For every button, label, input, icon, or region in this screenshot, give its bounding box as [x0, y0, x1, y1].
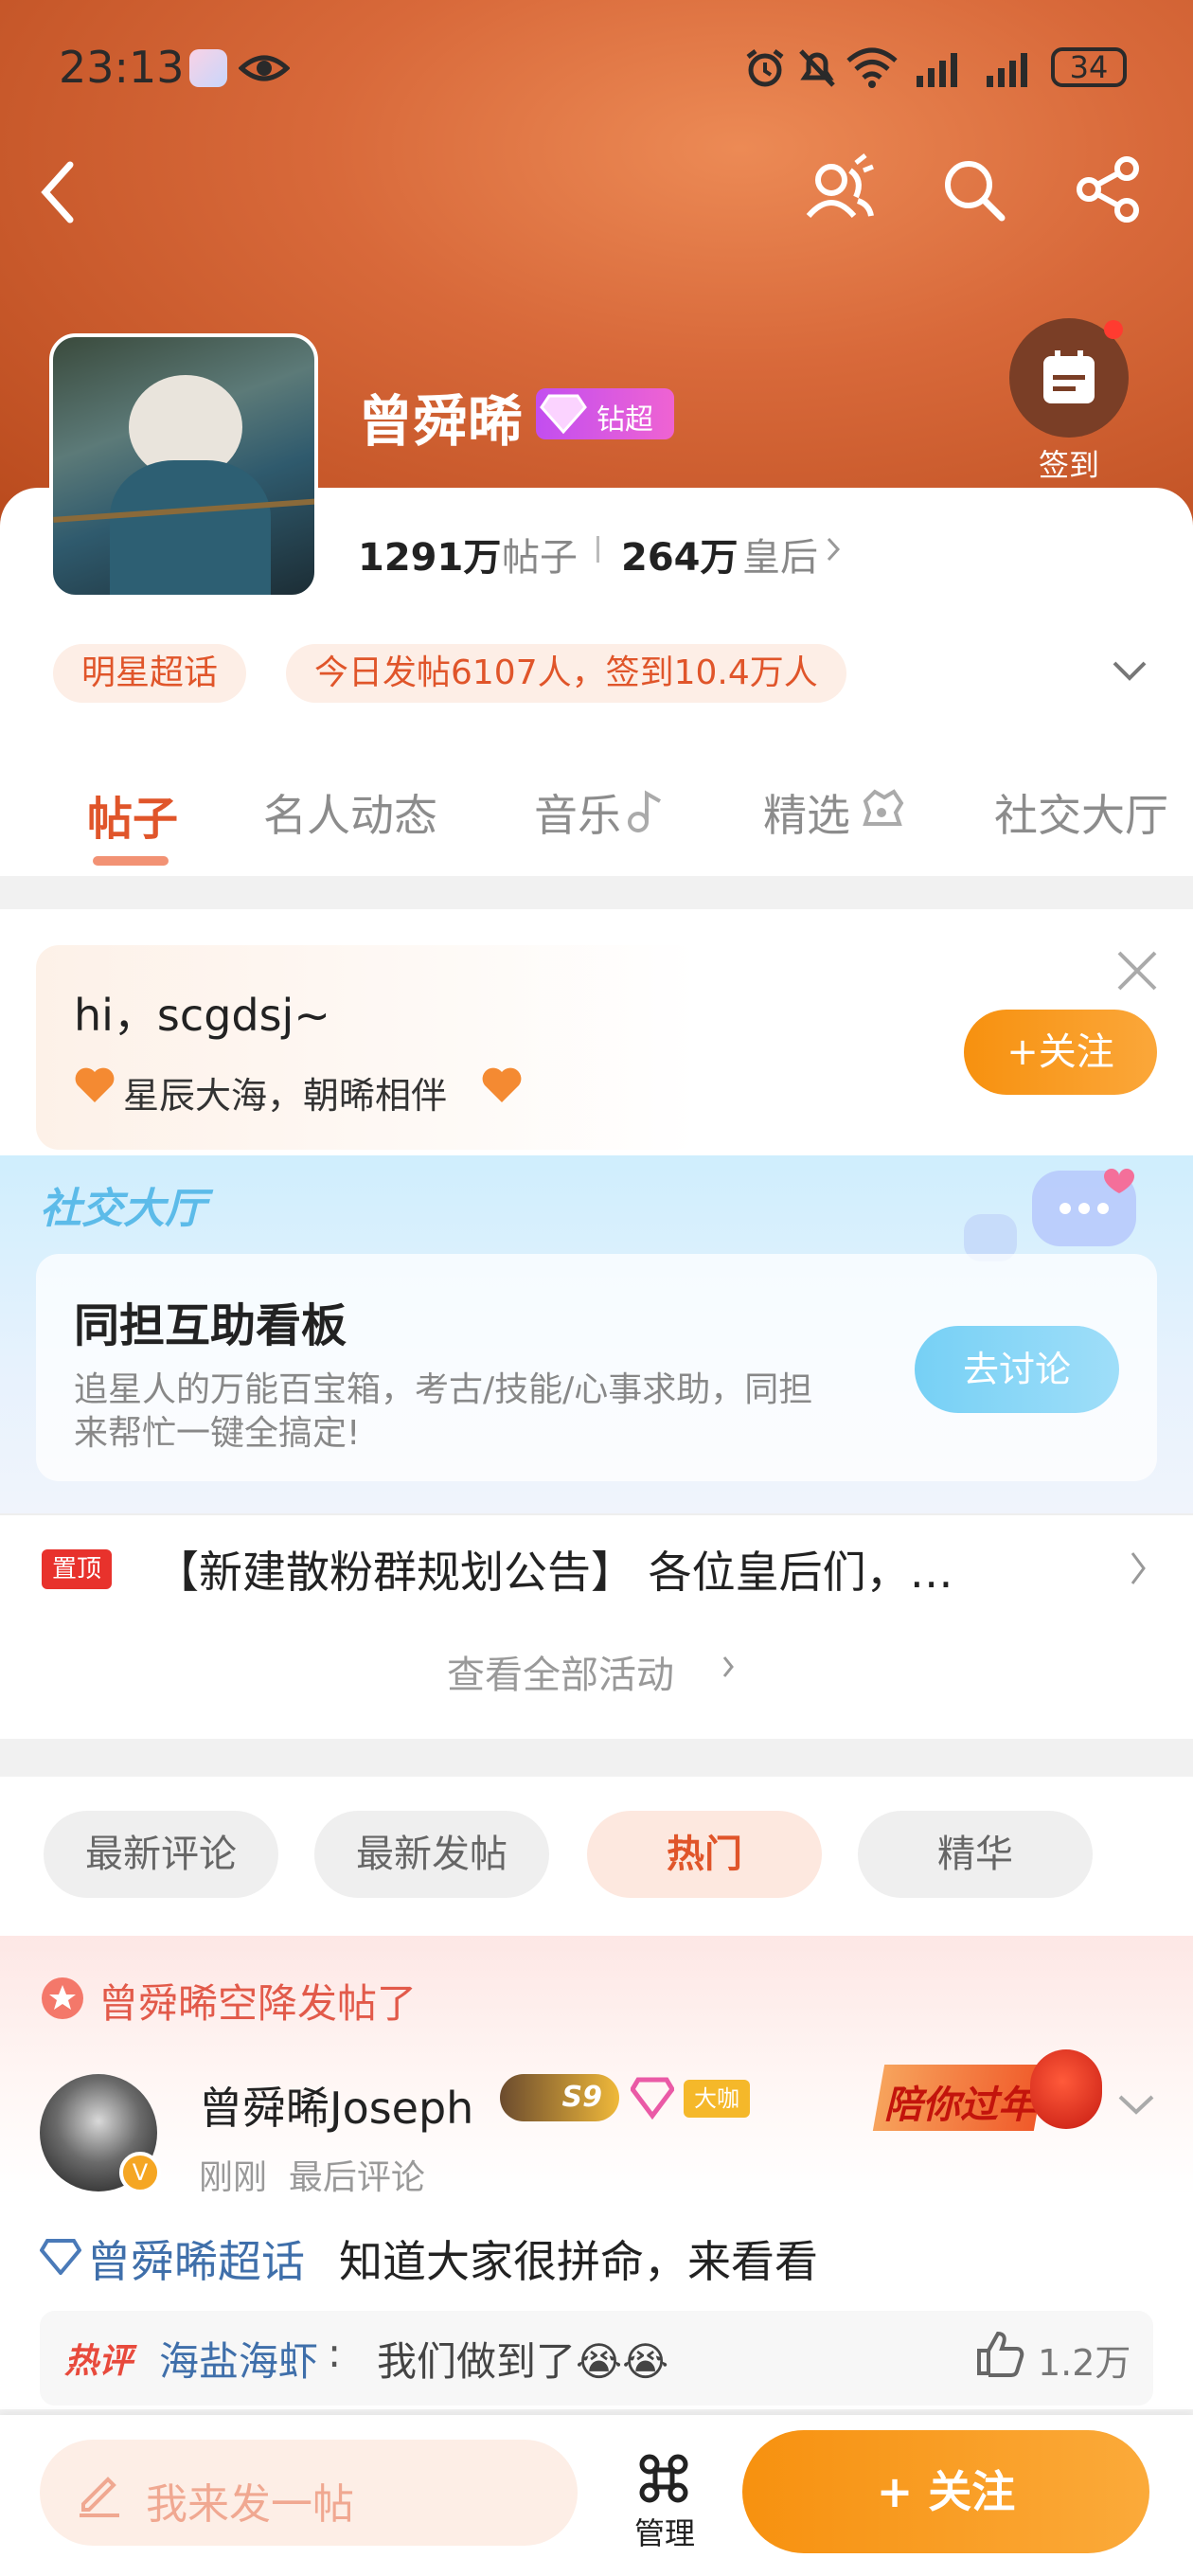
post-topic[interactable]: 曾舜晞超话: [87, 2227, 305, 2290]
greeting-bubble: [36, 945, 699, 1150]
featured-icon: [858, 788, 905, 833]
chevron-down-icon[interactable]: [1112, 659, 1148, 682]
hot-comment-user[interactable]: 海盐海虾: [159, 2330, 318, 2388]
back-icon[interactable]: [36, 159, 83, 225]
members-label[interactable]: 皇后: [742, 527, 818, 581]
alarm-icon: [744, 47, 786, 89]
members-count: 264万: [621, 536, 739, 580]
hot-comment-text: 我们做到了😭😭: [377, 2338, 669, 2385]
role-badge: 大咖: [684, 2080, 750, 2118]
filter-latest-posts[interactable]: 最新发帖: [314, 1811, 549, 1898]
view-all-activities[interactable]: 查看全部活动: [447, 1644, 674, 1699]
lantern-icon: [1030, 2049, 1102, 2129]
new-year-promo[interactable]: 陪你过年: [872, 2036, 1106, 2140]
like-count: 1.2万: [1038, 2342, 1131, 2384]
follow-button[interactable]: +关注: [964, 1010, 1157, 1095]
calendar-icon: [1043, 350, 1095, 403]
filter-hot[interactable]: 热门: [587, 1811, 822, 1898]
eye-icon: [239, 51, 290, 85]
author-name[interactable]: 曾舜晞Joseph: [199, 2074, 473, 2137]
posts-label: 帖子: [502, 536, 578, 580]
mute-icon: [797, 47, 837, 89]
heart-icon: [74, 1066, 116, 1104]
checkin-button[interactable]: [1009, 318, 1129, 438]
group-chat-icon[interactable]: [801, 152, 877, 227]
topic-diamond-icon: [40, 2237, 81, 2275]
tab-posts[interactable]: 帖子: [87, 781, 178, 848]
star-icon: [40, 1976, 85, 2021]
discuss-button[interactable]: 去讨论: [915, 1326, 1119, 1413]
post-banner: 曾舜晞空降发帖了: [98, 1980, 418, 2027]
greeting-subtitle: 星辰大海，朝晞相伴: [123, 1075, 448, 1117]
diamond-level-icon: [631, 2076, 674, 2120]
chevron-right-icon-2: [1129, 1549, 1148, 1587]
chevron-down-icon-2[interactable]: [1117, 2093, 1155, 2116]
filter-featured[interactable]: 精华: [858, 1811, 1093, 1898]
bottom-follow-button[interactable]: + 关注: [742, 2430, 1149, 2553]
pencil-icon: [74, 2468, 125, 2519]
tab-celebrity-news[interactable]: 名人动态: [263, 781, 437, 844]
share-icon[interactable]: [1076, 155, 1142, 224]
hot-comment-tag: 热评: [64, 2342, 134, 2381]
checkin-label: 签到: [1038, 447, 1099, 483]
signal-icon: [915, 47, 968, 87]
category-tag[interactable]: 明星超话: [53, 644, 247, 703]
mutual-help-title: 同担互助看板: [74, 1299, 347, 1352]
post-time-meta: 刚刚 最后评论: [199, 2158, 425, 2197]
manage-label[interactable]: 管理: [634, 2510, 695, 2553]
pinned-title[interactable]: 【新建散粉群规划公告】 各位皇后们，…: [155, 1538, 1064, 1601]
avatar[interactable]: [49, 333, 318, 599]
chevron-right-icon-3: [721, 1654, 735, 1680]
stat-divider: [596, 536, 599, 563]
colon: :: [328, 2330, 342, 2376]
verified-icon: V: [119, 2152, 161, 2193]
divider: [0, 1513, 1193, 1515]
filter-latest-comments[interactable]: 最新评论: [44, 1811, 278, 1898]
notification-dot: [1104, 320, 1123, 339]
like-icon[interactable]: [975, 2330, 1024, 2377]
level-badge: S9: [500, 2074, 619, 2121]
music-note-icon: [627, 788, 665, 833]
compose-placeholder: 我来发一帖: [146, 2480, 354, 2529]
mutual-help-desc-line2: 来帮忙一键全搞定!: [74, 1414, 361, 1453]
diamond-icon: [540, 394, 587, 435]
tab-featured[interactable]: 精选: [763, 781, 850, 844]
wifi-icon: [845, 45, 899, 89]
search-icon[interactable]: [941, 157, 1007, 224]
greeting-title: hi，scgdsj~: [74, 990, 330, 1041]
manage-icon[interactable]: [638, 2453, 689, 2504]
status-time: 23:13: [59, 42, 185, 93]
today-stats-tag: 今日发帖6107人，签到10.4万人: [286, 644, 846, 703]
signal-icon-2: [985, 47, 1038, 87]
chevron-right-icon: [826, 536, 841, 563]
tab-music[interactable]: 音乐: [534, 781, 621, 844]
mutual-help-desc-line1: 追星人的万能百宝箱，考古/技能/心事求助，同担: [74, 1370, 813, 1409]
heart-icon-2: [481, 1066, 523, 1104]
posts-count: 1291万: [358, 536, 502, 580]
social-hall-title: 社交大厅: [40, 1185, 206, 1233]
pinned-tag: 置顶: [42, 1549, 112, 1589]
app-notification-icon: [189, 49, 227, 87]
tab-social-hall[interactable]: 社交大厅: [994, 781, 1168, 844]
diamond-badge: 钻超: [536, 388, 674, 439]
tab-indicator: [93, 856, 169, 866]
close-icon[interactable]: [1115, 949, 1159, 993]
battery-icon: 34: [1051, 47, 1127, 87]
post-content: 知道大家很拼命，来看看: [339, 2236, 818, 2287]
profile-name: 曾舜晞: [358, 389, 524, 454]
